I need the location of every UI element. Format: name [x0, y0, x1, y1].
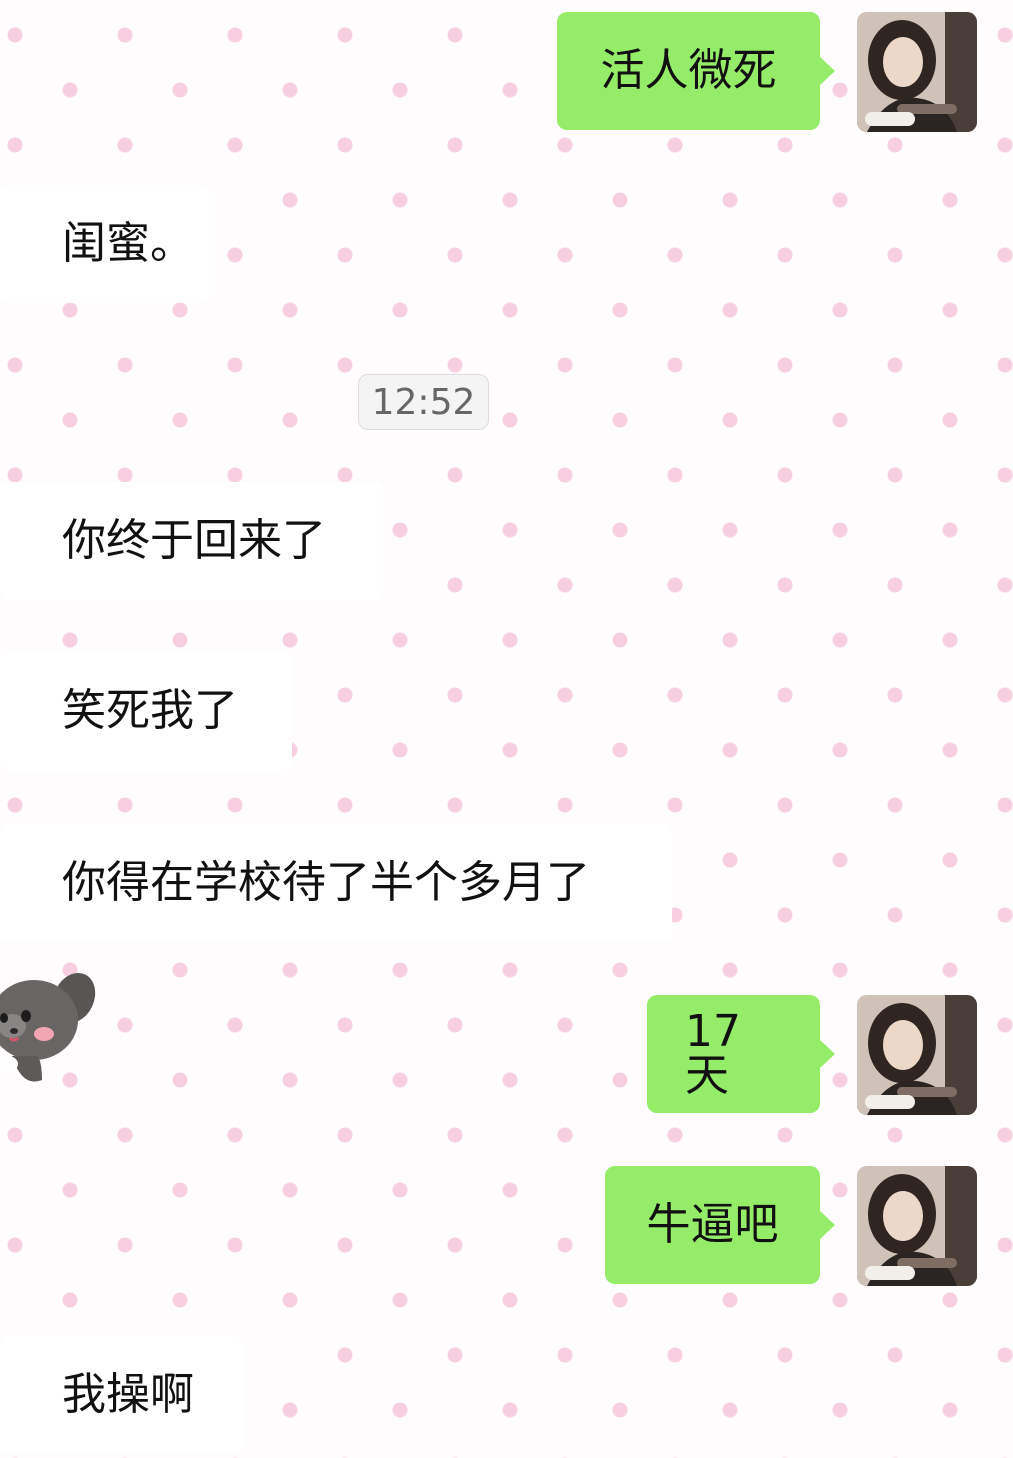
message-text: 你得在学校待了半个多月了 — [62, 857, 590, 908]
message-text: 你终于回来了 — [62, 515, 326, 566]
user-avatar[interactable] — [857, 12, 977, 132]
incoming-message-bubble[interactable]: 我操啊 — [0, 1336, 243, 1454]
incoming-message-bubble[interactable]: 你终于回来了 — [0, 482, 383, 600]
message-text: 闺蜜。 — [62, 218, 194, 269]
avatar-photo-icon — [857, 12, 977, 132]
incoming-message-bubble[interactable]: 你得在学校待了半个多月了 — [0, 824, 672, 942]
chat-area: 活人微死 闺蜜。 12:52 你终于回来了 笑死我了 你得在学校待了半个多月了 — [0, 0, 1013, 1458]
outgoing-message-bubble[interactable]: 牛逼吧 — [605, 1166, 835, 1284]
outgoing-message-bubble[interactable]: 活人微死 — [557, 12, 835, 130]
puppy-sticker-icon — [0, 960, 100, 1090]
incoming-message-bubble[interactable]: 闺蜜。 — [0, 185, 210, 303]
message-text: 17天 — [685, 1006, 741, 1101]
timestamp-text: 12:52 — [371, 381, 476, 423]
message-timestamp: 12:52 — [358, 374, 489, 430]
user-avatar[interactable] — [857, 995, 977, 1115]
avatar-photo-icon — [857, 995, 977, 1115]
incoming-message-bubble[interactable]: 笑死我了 — [0, 652, 292, 770]
message-text: 我操啊 — [62, 1369, 194, 1420]
message-text: 活人微死 — [600, 45, 777, 96]
outgoing-message-bubble[interactable]: 17天 — [647, 995, 835, 1113]
message-text: 笑死我了 — [62, 685, 238, 736]
user-avatar[interactable] — [857, 1166, 977, 1286]
message-text: 牛逼吧 — [646, 1199, 779, 1250]
avatar-photo-icon — [857, 1166, 977, 1286]
